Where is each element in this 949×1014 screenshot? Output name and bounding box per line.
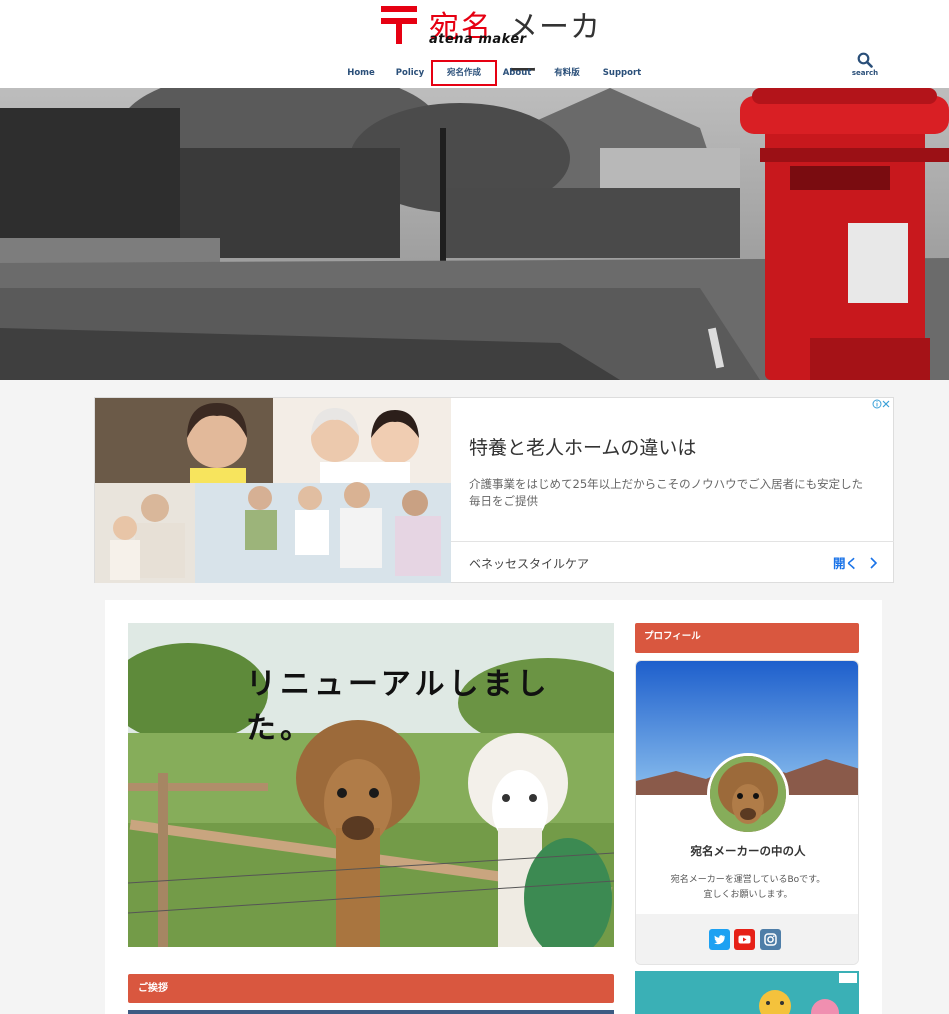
- site-logo[interactable]: 宛名 メーカー atena maker: [381, 4, 621, 89]
- nav-home[interactable]: Home: [341, 60, 381, 86]
- profile-card: 宛名メーカーの中の人 宛名メーカーを運営しているBoです。 宜しくお願いします。: [635, 660, 859, 965]
- profile-description: 宛名メーカーを運営しているBoです。 宜しくお願いします。: [636, 873, 858, 903]
- chevron-right-icon: [870, 557, 878, 569]
- search-button[interactable]: search: [848, 52, 882, 82]
- avatar[interactable]: [707, 753, 789, 835]
- article-image-caption: リニューアルしました。: [246, 667, 551, 746]
- ad-image-collage[interactable]: [95, 398, 451, 583]
- street-postbox-illustration: [0, 88, 949, 380]
- article-featured-image[interactable]: リニューアルしました。: [128, 623, 614, 947]
- profile-name: 宛名メーカーの中の人: [690, 844, 806, 858]
- youtube-link[interactable]: [734, 929, 755, 950]
- ad-banner[interactable]: 特養と老人ホームの違いは 介護事業をはじめて25年以上だからこそのノウハウでご入…: [94, 397, 894, 583]
- section-image-strip: [128, 1010, 614, 1014]
- ad-open-label: 開く: [833, 556, 859, 571]
- logo-text-en: atena maker: [429, 32, 527, 47]
- profile-desc-line2: 宜しくお願いします。: [703, 890, 793, 900]
- postal-mark-icon: [381, 6, 417, 44]
- twitter-icon: [714, 935, 725, 945]
- search-label: search: [851, 69, 879, 77]
- ad-photo: [95, 398, 451, 583]
- hero-image: [0, 88, 949, 380]
- ad-description: 介護事業をはじめて25年以上だからこそのノウハウでご入居者にも安定した毎日をご提…: [469, 477, 864, 508]
- ad-choices-icon[interactable]: [872, 399, 890, 412]
- nav-about[interactable]: About: [497, 60, 537, 86]
- avatar-alpaca: [710, 756, 786, 832]
- sidebar-ad[interactable]: [635, 971, 859, 1014]
- search-icon: [857, 52, 873, 68]
- instagram-link[interactable]: [760, 929, 781, 950]
- sidebar-ad-image: [635, 971, 859, 1014]
- profile-desc-line1: 宛名メーカーを運営しているBoです。: [670, 875, 826, 885]
- nav-support[interactable]: Support: [599, 60, 645, 86]
- ad-advertiser[interactable]: ベネッセスタイルケア: [469, 555, 589, 572]
- ad-title[interactable]: 特養と老人ホームの違いは: [469, 433, 696, 460]
- ad-open-button[interactable]: 開く: [833, 553, 878, 572]
- ad-divider: [451, 541, 894, 542]
- youtube-icon: [738, 935, 751, 944]
- nav-policy[interactable]: Policy: [390, 60, 430, 86]
- twitter-link[interactable]: [709, 929, 730, 950]
- instagram-icon: [764, 933, 777, 946]
- sidebar-heading-profile: プロフィール: [635, 623, 859, 653]
- nav-create-address[interactable]: 宛名作成: [431, 60, 497, 86]
- social-links: [636, 914, 858, 964]
- main-nav: Home Policy 宛名作成 About 有料版 Support: [0, 60, 949, 86]
- nav-paid-version[interactable]: 有料版: [547, 60, 587, 86]
- ad-info-icon: [872, 399, 890, 409]
- site-header: 宛名 メーカー atena maker Home Policy 宛名作成 Abo…: [0, 0, 949, 89]
- section-heading-greeting: ご挨拶: [128, 974, 614, 1003]
